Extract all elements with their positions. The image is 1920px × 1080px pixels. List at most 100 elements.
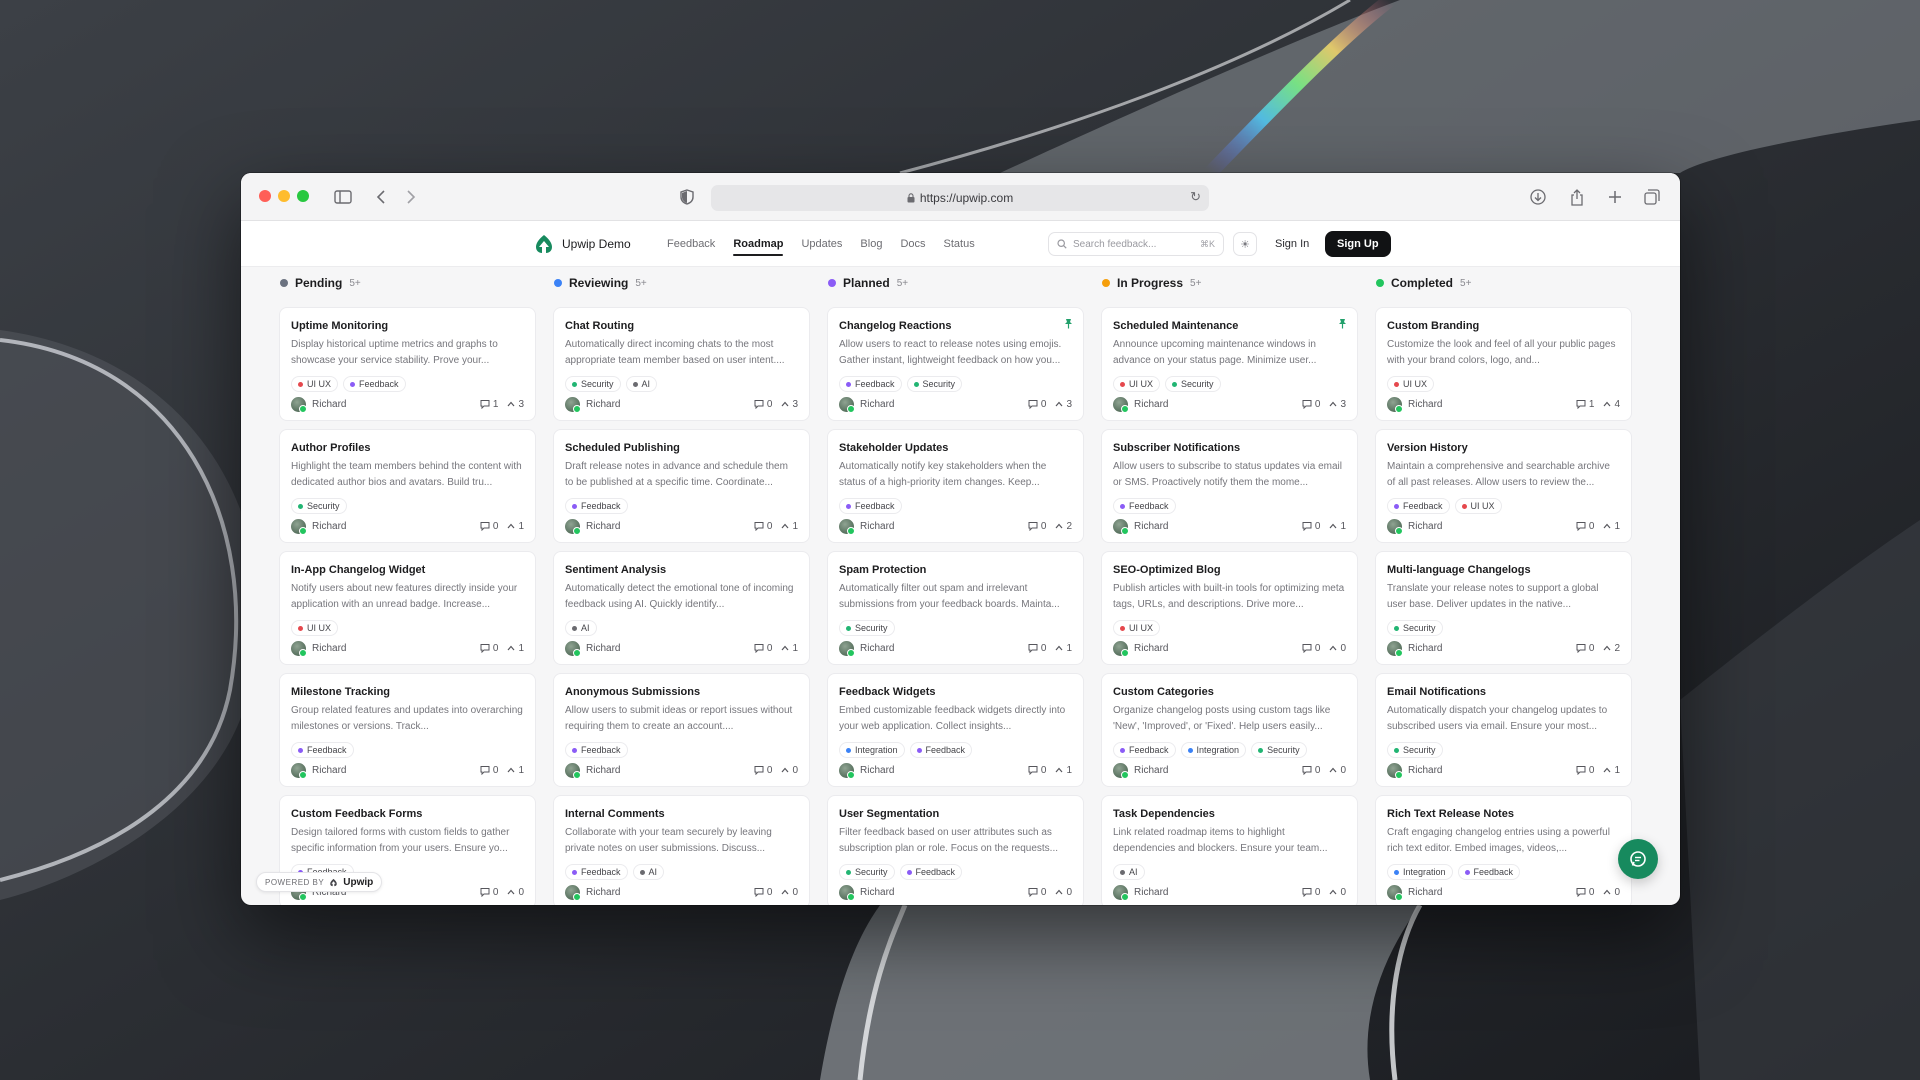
comment-icon — [754, 888, 764, 897]
downloads-icon[interactable] — [1524, 183, 1552, 211]
minimize-window-button[interactable] — [278, 190, 290, 202]
card-stats: 00 — [1028, 887, 1072, 898]
upvote-button[interactable]: 1 — [1055, 765, 1072, 776]
share-icon[interactable] — [1563, 183, 1591, 211]
upvote-button[interactable]: 2 — [1055, 521, 1072, 532]
upvote-button[interactable]: 2 — [1603, 643, 1620, 654]
roadmap-card[interactable]: User Segmentation Filter feedback based o… — [827, 795, 1084, 905]
roadmap-column: Completed 5+ Custom Branding Customize the … — [1375, 275, 1632, 905]
nav-docs[interactable]: Docs — [891, 221, 934, 267]
avatar — [1113, 762, 1129, 779]
upvote-button[interactable]: 3 — [1329, 399, 1346, 410]
chat-widget-button[interactable] — [1618, 839, 1658, 879]
upvote-button[interactable]: 3 — [507, 399, 524, 410]
upvote-button[interactable]: 0 — [1329, 643, 1346, 654]
roadmap-card[interactable]: Custom Categories Organize changelog post… — [1101, 673, 1358, 787]
roadmap-card[interactable]: Uptime Monitoring Display historical upti… — [279, 307, 536, 421]
card-title: Chat Routing — [565, 320, 635, 332]
forward-icon[interactable] — [397, 183, 425, 211]
roadmap-card[interactable]: Changelog Reactions Allow users to react … — [827, 307, 1084, 421]
browser-toolbar: https://upwip.com ↻ — [241, 173, 1680, 221]
roadmap-card[interactable]: Subscriber Notifications Allow users to s… — [1101, 429, 1358, 543]
upvote-button[interactable]: 4 — [1603, 399, 1620, 410]
tag-badge: Feedback — [909, 742, 973, 758]
tab-overview-icon[interactable] — [1638, 183, 1666, 211]
upvote-chevron-icon — [1055, 767, 1063, 773]
upvote-button[interactable]: 0 — [507, 887, 524, 898]
upvote-button[interactable]: 0 — [1055, 887, 1072, 898]
card-tags: Security AI — [565, 376, 798, 392]
tag-badge: Integration — [839, 742, 905, 758]
nav-feedback[interactable]: Feedback — [658, 221, 724, 267]
card-tags: UI UX Security — [1113, 376, 1346, 392]
comment-count-value: 0 — [1588, 886, 1595, 898]
author-name: Richard — [1134, 764, 1169, 776]
roadmap-card[interactable]: Chat Routing Automatically direct incomin… — [553, 307, 810, 421]
search-input[interactable]: Search feedback... ⌘K — [1048, 232, 1224, 256]
upvote-button[interactable]: 1 — [507, 521, 524, 532]
upvote-button[interactable]: 1 — [1055, 643, 1072, 654]
roadmap-card[interactable]: Sentiment Analysis Automatically detect t… — [553, 551, 810, 665]
roadmap-card[interactable]: Spam Protection Automatically filter out … — [827, 551, 1084, 665]
tag-dot — [572, 381, 577, 387]
upvote-button[interactable]: 0 — [1329, 887, 1346, 898]
upvote-button[interactable]: 1 — [1329, 521, 1346, 532]
nav-blog[interactable]: Blog — [851, 221, 891, 267]
upvote-button[interactable]: 1 — [1603, 521, 1620, 532]
roadmap-card[interactable]: Milestone Tracking Group related features… — [279, 673, 536, 787]
roadmap-card[interactable]: Rich Text Release Notes Craft engaging ch… — [1375, 795, 1632, 905]
roadmap-column: In Progress 5+ Scheduled Maintenance Announ… — [1101, 275, 1358, 905]
upvote-button[interactable]: 0 — [1329, 765, 1346, 776]
roadmap-card[interactable]: Version History Maintain a comprehensive … — [1375, 429, 1632, 543]
upvote-button[interactable]: 1 — [1603, 765, 1620, 776]
roadmap-card[interactable]: Custom Branding Customize the look and fe… — [1375, 307, 1632, 421]
roadmap-card[interactable]: Author Profiles Highlight the team member… — [279, 429, 536, 543]
back-icon[interactable] — [367, 183, 395, 211]
author-name: Richard — [586, 520, 621, 532]
upvote-button[interactable]: 0 — [781, 887, 798, 898]
close-window-button[interactable] — [259, 190, 271, 202]
upvote-button[interactable]: 1 — [781, 643, 798, 654]
brand-logo-link[interactable]: Upwip Demo — [533, 233, 631, 255]
roadmap-card[interactable]: Internal Comments Collaborate with your t… — [553, 795, 810, 905]
roadmap-card[interactable]: Stakeholder Updates Automatically notify … — [827, 429, 1084, 543]
upvote-button[interactable]: 0 — [781, 765, 798, 776]
window-controls — [259, 190, 309, 202]
tag-label: Feedback — [359, 379, 399, 389]
roadmap-card[interactable]: Feedback Widgets Embed customizable feedb… — [827, 673, 1084, 787]
nav-updates[interactable]: Updates — [792, 221, 851, 267]
upvote-button[interactable]: 1 — [507, 765, 524, 776]
new-tab-icon[interactable] — [1601, 183, 1629, 211]
card-title: Custom Feedback Forms — [291, 808, 423, 820]
upvote-chevron-icon — [1055, 889, 1063, 895]
comment-count: 0 — [1576, 643, 1594, 654]
upvote-button[interactable]: 3 — [1055, 399, 1072, 410]
roadmap-card[interactable]: Anonymous Submissions Allow users to subm… — [553, 673, 810, 787]
address-bar[interactable]: https://upwip.com ↻ — [711, 185, 1209, 211]
reload-icon[interactable]: ↻ — [1190, 189, 1201, 205]
sign-in-link[interactable]: Sign In — [1275, 232, 1309, 256]
upvote-button[interactable]: 1 — [781, 521, 798, 532]
roadmap-card[interactable]: Email Notifications Automatically dispatc… — [1375, 673, 1632, 787]
card-tags: Feedback Integration Security — [1113, 742, 1346, 758]
zoom-window-button[interactable] — [297, 190, 309, 202]
avatar — [1387, 884, 1403, 901]
card-footer: Richard 0 0 — [565, 762, 798, 779]
roadmap-card[interactable]: Scheduled Maintenance Announce upcoming m… — [1101, 307, 1358, 421]
roadmap-card[interactable]: Task Dependencies Link related roadmap it… — [1101, 795, 1358, 905]
roadmap-card[interactable]: In-App Changelog Widget Notify users abou… — [279, 551, 536, 665]
upvote-button[interactable]: 0 — [1603, 887, 1620, 898]
roadmap-card[interactable]: Multi-language Changelogs Translate your … — [1375, 551, 1632, 665]
privacy-shield-icon[interactable] — [673, 183, 701, 211]
nav-roadmap[interactable]: Roadmap — [724, 221, 792, 267]
roadmap-card[interactable]: SEO-Optimized Blog Publish articles with … — [1101, 551, 1358, 665]
theme-toggle-button[interactable]: ☀ — [1233, 232, 1257, 256]
nav-status[interactable]: Status — [935, 221, 984, 267]
roadmap-card[interactable]: Scheduled Publishing Draft release notes … — [553, 429, 810, 543]
upvote-button[interactable]: 3 — [781, 399, 798, 410]
sidebar-toggle-icon[interactable] — [329, 183, 357, 211]
tag-badge: Feedback — [839, 498, 902, 514]
sign-up-button[interactable]: Sign Up — [1325, 231, 1391, 257]
powered-by-badge[interactable]: POWERED BY Upwip — [256, 872, 383, 892]
upvote-button[interactable]: 1 — [507, 643, 524, 654]
